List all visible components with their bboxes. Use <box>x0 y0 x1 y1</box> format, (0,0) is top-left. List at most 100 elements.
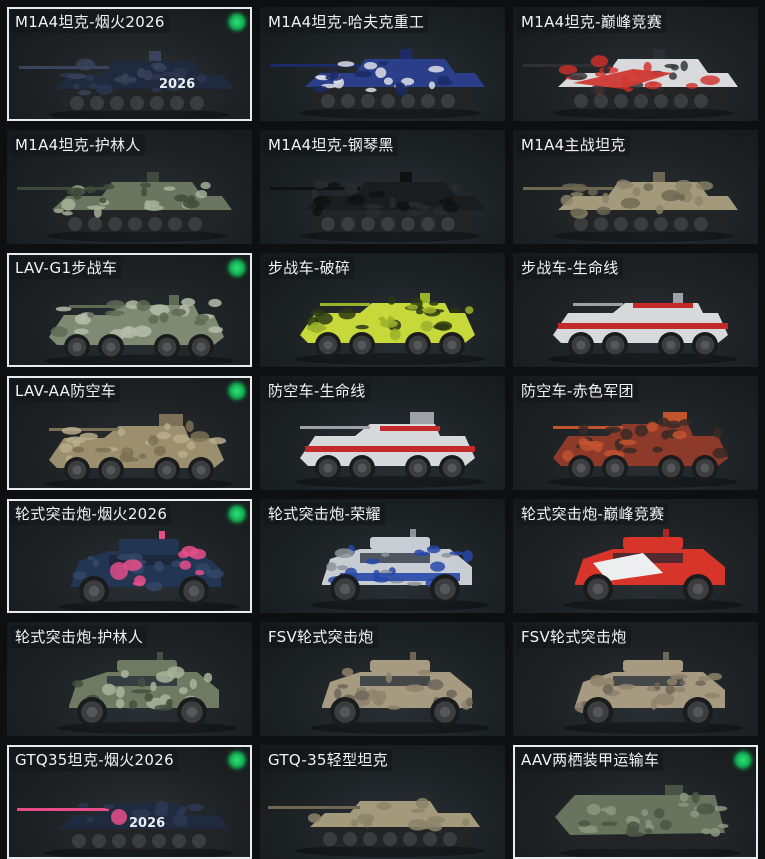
vehicle-skin-card[interactable]: M1A4主战坦克 <box>513 130 758 244</box>
vehicle-skin-name: M1A4坦克-护林人 <box>11 134 145 156</box>
vehicle-skin-name: FSV轮式突击炮 <box>517 626 631 648</box>
svg-text:2026: 2026 <box>129 816 165 831</box>
wheel-icon <box>602 455 628 481</box>
wheeled-assault-gun-image <box>563 529 743 611</box>
vehicle-skin-card[interactable]: 步战车-破碎 <box>260 253 505 367</box>
vehicle-skin-name: FSV轮式突击炮 <box>264 626 378 648</box>
wheel-icon <box>154 457 180 483</box>
vehicle-skin-name: AAV两栖装甲运输车 <box>517 749 664 771</box>
wheeled-assault-gun-image <box>57 652 237 734</box>
wheel-icon <box>349 455 375 481</box>
wheel-icon <box>64 334 90 360</box>
main-battle-tank-image <box>523 172 738 242</box>
wheeled-assault-gun-image <box>59 531 239 611</box>
vehicle-skin-card[interactable]: 防空车-赤色军团 <box>513 376 758 490</box>
anti-air-vehicle-image <box>548 412 738 488</box>
wheel-icon <box>330 574 360 604</box>
vehicle-skin-card[interactable]: M1A4坦克-钢琴黑 <box>260 130 505 244</box>
wheel-icon <box>583 697 613 727</box>
wheel-icon <box>188 457 214 483</box>
wheel-icon <box>439 332 465 358</box>
vehicle-skin-name: LAV-G1步战车 <box>11 257 122 279</box>
equipped-indicator-icon <box>228 259 246 277</box>
vehicle-skin-name: 轮式突击炮-烟火2026 <box>11 503 172 525</box>
vehicle-skin-name: GTQ35坦克-烟火2026 <box>11 749 178 771</box>
vehicle-skin-name: GTQ-35轻型坦克 <box>264 749 392 771</box>
equipped-indicator-icon <box>228 13 246 31</box>
wheel-icon <box>430 697 460 727</box>
equipped-indicator-icon <box>734 751 752 769</box>
wheel-icon <box>98 457 124 483</box>
vehicle-skin-name: 防空车-生命线 <box>264 380 370 402</box>
vehicle-skin-card[interactable]: 2026 GTQ35坦克-烟火2026 <box>7 745 252 859</box>
vehicle-skin-card[interactable]: 轮式突击炮-烟火2026 <box>7 499 252 613</box>
main-battle-tank-image <box>270 172 485 242</box>
wheel-icon <box>658 332 684 358</box>
wheel-icon <box>602 332 628 358</box>
wheel-icon <box>658 455 684 481</box>
vehicle-skin-card[interactable]: 防空车-生命线 <box>260 376 505 490</box>
equipped-indicator-icon <box>228 751 246 769</box>
vehicle-skin-card[interactable]: M1A4坦克-巅峰竞赛 <box>513 7 758 121</box>
vehicle-skin-name: M1A4坦克-烟火2026 <box>11 11 169 33</box>
vehicle-skin-name: M1A4主战坦克 <box>517 134 630 156</box>
anti-air-vehicle-image <box>295 412 485 488</box>
vehicle-skin-name: 轮式突击炮-巅峰竞赛 <box>517 503 669 525</box>
vehicle-skin-name: 轮式突击炮-荣耀 <box>264 503 385 525</box>
vehicle-skin-card[interactable]: 轮式突击炮-荣耀 <box>260 499 505 613</box>
svg-text:2026: 2026 <box>159 77 195 92</box>
vehicle-skin-card[interactable]: LAV-G1步战车 <box>7 253 252 367</box>
vehicle-skin-name: M1A4坦克-巅峰竞赛 <box>517 11 667 33</box>
wheel-icon <box>177 697 207 727</box>
wheel-icon <box>77 697 107 727</box>
wheel-icon <box>683 574 713 604</box>
wheel-icon <box>315 455 341 481</box>
vehicle-skin-name: 防空车-赤色军团 <box>517 380 638 402</box>
vehicle-skin-card[interactable]: M1A4坦克-哈夫克重工 <box>260 7 505 121</box>
wheel-icon <box>692 332 718 358</box>
vehicle-skin-grid: 2026 M1A4坦克-烟火2026 M1A4坦克-哈夫克重工 M1A4坦克-巅… <box>0 0 765 859</box>
light-tank-image: 2026 <box>17 800 234 857</box>
wheel-icon <box>583 574 613 604</box>
vehicle-skin-card[interactable]: LAV-AA防空车 <box>7 376 252 490</box>
wheel-icon <box>405 332 431 358</box>
wheel-icon <box>330 697 360 727</box>
equipped-indicator-icon <box>228 505 246 523</box>
wheel-icon <box>154 334 180 360</box>
wheel-icon <box>568 332 594 358</box>
vehicle-skin-card[interactable]: 步战车-生命线 <box>513 253 758 367</box>
light-tank-image <box>268 797 485 857</box>
wheel-icon <box>179 576 209 606</box>
vehicle-skin-card[interactable]: 轮式突击炮-巅峰竞赛 <box>513 499 758 613</box>
main-battle-tank-image: 2026 <box>19 51 234 119</box>
vehicle-skin-card[interactable]: 2026 M1A4坦克-烟火2026 <box>7 7 252 121</box>
main-battle-tank-image <box>17 172 232 242</box>
wheel-icon <box>568 455 594 481</box>
vehicle-skin-card[interactable]: FSV轮式突击炮 <box>513 622 758 736</box>
vehicle-skin-card[interactable]: AAV两栖装甲运输车 <box>513 745 758 859</box>
main-battle-tank-image <box>523 49 738 119</box>
wheel-icon <box>188 334 214 360</box>
wheel-icon <box>405 455 431 481</box>
amphibious-carrier-image <box>555 785 740 857</box>
vehicle-skin-card[interactable]: GTQ-35轻型坦克 <box>260 745 505 859</box>
anti-air-vehicle-image <box>44 414 234 488</box>
infantry-fighting-vehicle-image <box>295 293 485 365</box>
wheel-icon <box>683 697 713 727</box>
vehicle-skin-card[interactable]: M1A4坦克-护林人 <box>7 130 252 244</box>
wheel-icon <box>430 574 460 604</box>
infantry-fighting-vehicle-image <box>548 293 738 365</box>
wheel-icon <box>79 576 109 606</box>
wheeled-assault-gun-image <box>563 652 743 734</box>
wheel-icon <box>64 457 90 483</box>
vehicle-skin-name: 步战车-破碎 <box>264 257 355 279</box>
wheel-icon <box>439 455 465 481</box>
wheel-icon <box>349 332 375 358</box>
wheeled-assault-gun-image <box>310 652 490 734</box>
vehicle-skin-name: M1A4坦克-哈夫克重工 <box>264 11 429 33</box>
vehicle-skin-card[interactable]: FSV轮式突击炮 <box>260 622 505 736</box>
vehicle-skin-card[interactable]: 轮式突击炮-护林人 <box>7 622 252 736</box>
infantry-fighting-vehicle-image <box>44 295 234 365</box>
wheel-icon <box>98 334 124 360</box>
main-battle-tank-image <box>270 49 485 119</box>
